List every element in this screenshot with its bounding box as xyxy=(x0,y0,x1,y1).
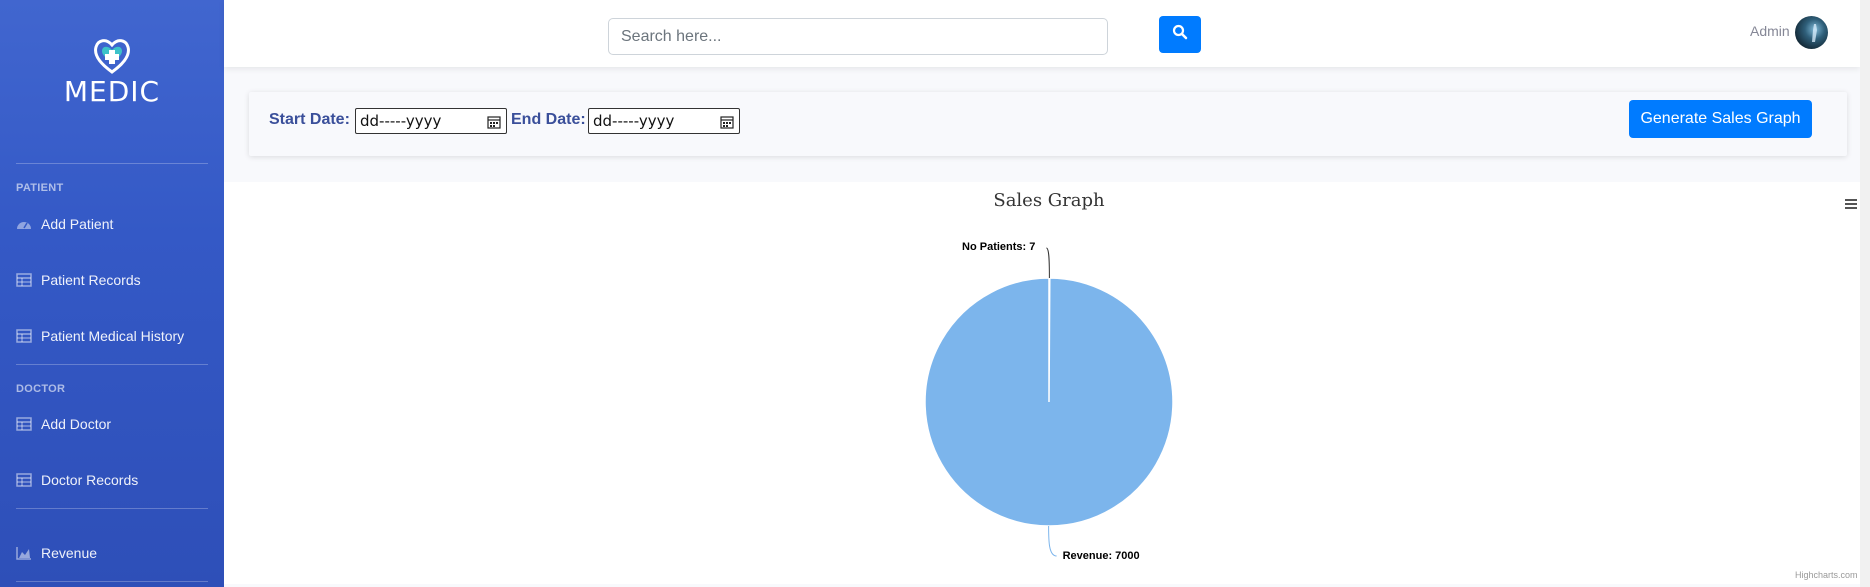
user-name[interactable]: Admin xyxy=(1750,23,1790,39)
scrollbar[interactable] xyxy=(1860,0,1870,587)
sidebar: MEDIC PATIENT Add Patient Patient Record… xyxy=(0,0,224,587)
sidebar-item-label: Patient Medical History xyxy=(41,328,185,344)
sidebar-item-label: Doctor Records xyxy=(41,472,139,488)
brand[interactable]: MEDIC xyxy=(0,36,224,108)
sidebar-item-label: Add Patient xyxy=(41,216,114,232)
sidebar-item-add-patient[interactable]: Add Patient xyxy=(16,209,216,239)
pie-data-label: No Patients: 7 xyxy=(962,241,1035,253)
pie-connector xyxy=(1046,247,1050,279)
start-date-value: dd-----yyyy xyxy=(360,112,442,130)
highcharts-credit[interactable]: Highcharts.com xyxy=(1795,570,1858,580)
start-date-label: Start Date: xyxy=(269,111,350,128)
table-icon xyxy=(16,329,32,343)
search-input[interactable] xyxy=(608,18,1108,55)
topbar: Admin xyxy=(224,0,1860,67)
end-date-value: dd-----yyyy xyxy=(593,112,675,130)
brand-name: MEDIC xyxy=(63,75,161,108)
search-icon xyxy=(1172,24,1188,45)
calendar-icon[interactable] xyxy=(487,115,501,129)
avatar[interactable] xyxy=(1795,16,1828,49)
pie-connector xyxy=(1048,525,1057,557)
sidebar-item-add-doctor[interactable]: Add Doctor xyxy=(16,409,216,439)
medical-heart-logo-icon xyxy=(90,36,134,76)
start-date-input[interactable]: dd-----yyyy xyxy=(355,108,507,134)
sidebar-item-label: Revenue xyxy=(41,545,98,561)
pie-slice-revenue[interactable] xyxy=(924,277,1174,527)
sidebar-divider xyxy=(16,581,208,582)
sidebar-item-label: Patient Records xyxy=(41,272,141,288)
generate-sales-graph-button[interactable]: Generate Sales Graph xyxy=(1629,100,1812,138)
end-date-label: End Date: xyxy=(511,111,586,128)
table-icon xyxy=(16,273,32,287)
sidebar-divider xyxy=(16,364,208,365)
sidebar-item-doctor-records[interactable]: Doctor Records xyxy=(16,465,216,495)
sidebar-heading-patient: PATIENT xyxy=(16,182,64,194)
sales-pie-chart: Sales Graph No Patients: 7 Revenue: 7000 xyxy=(924,190,1174,562)
sidebar-heading-doctor: DOCTOR xyxy=(16,383,66,395)
sidebar-divider xyxy=(16,508,208,509)
sidebar-item-patient-records[interactable]: Patient Records xyxy=(16,265,216,295)
chart-title: Sales Graph xyxy=(993,190,1105,211)
area-chart-icon xyxy=(16,546,32,560)
table-icon xyxy=(16,417,32,431)
chart-menu-icon[interactable] xyxy=(1844,197,1858,211)
search-button[interactable] xyxy=(1159,16,1201,53)
sidebar-item-label: Add Doctor xyxy=(41,416,112,432)
sidebar-item-patient-medical-history[interactable]: Patient Medical History xyxy=(16,321,216,351)
sidebar-divider xyxy=(16,163,208,164)
dashboard-gauge-icon xyxy=(16,217,32,231)
calendar-icon[interactable] xyxy=(720,115,734,129)
date-filter-card: Start Date: dd-----yyyy End Date: dd----… xyxy=(249,92,1847,156)
end-date-input[interactable]: dd-----yyyy xyxy=(588,108,740,134)
chart-panel: Sales Graph No Patients: 7 Revenue: 7000 xyxy=(224,182,1860,584)
pie-data-label: Revenue: 7000 xyxy=(1063,550,1140,562)
table-icon xyxy=(16,473,32,487)
sidebar-item-revenue[interactable]: Revenue xyxy=(16,538,216,568)
